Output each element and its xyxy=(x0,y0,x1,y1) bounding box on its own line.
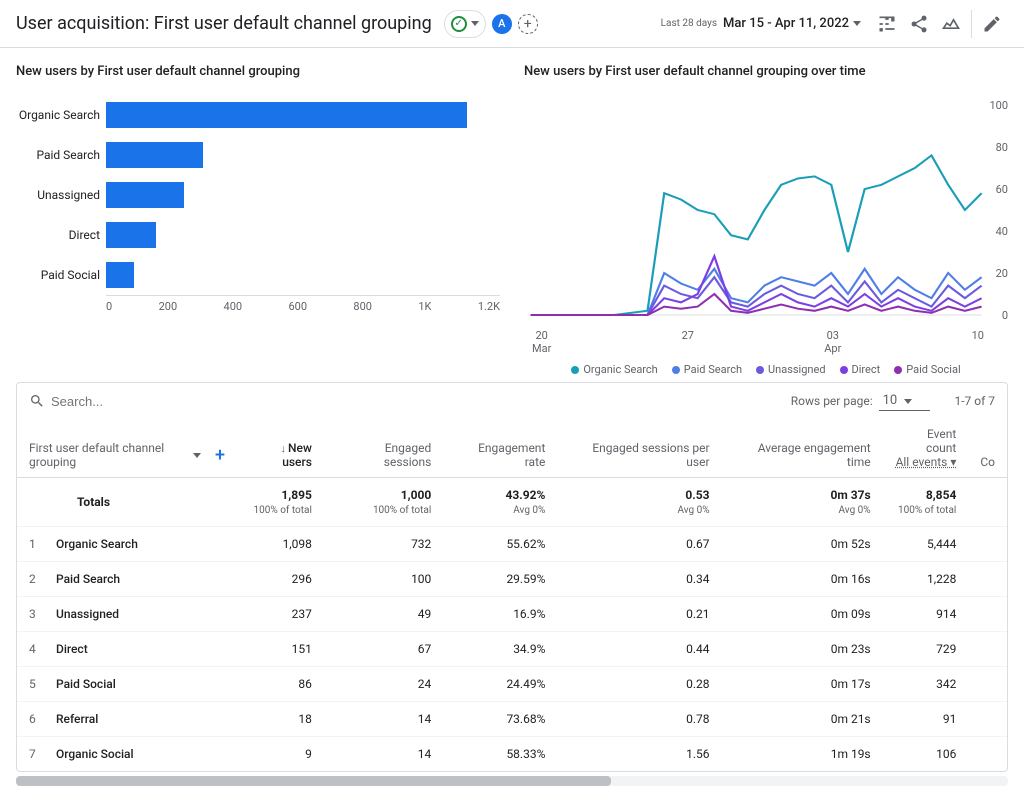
dimension-header[interactable]: First user default channel grouping xyxy=(29,441,183,469)
table-row[interactable]: 5 Paid Social 862424.49%0.280m 17s342 xyxy=(17,667,1007,702)
table-row[interactable]: 7 Organic Social 91458.33%1.561m 19s106 xyxy=(17,737,1007,772)
bar-fill xyxy=(106,142,203,168)
search-icon xyxy=(29,393,45,409)
line-chart: 020406080100 20Mar2703Apr10 xyxy=(524,95,1008,355)
rows-per-page-label: Rows per page: xyxy=(791,394,873,408)
legend-item[interactable]: Unassigned xyxy=(756,363,826,376)
divider xyxy=(971,10,972,38)
header-bar: User acquisition: First user default cha… xyxy=(0,0,1024,48)
line-series xyxy=(531,155,982,315)
chevron-down-icon xyxy=(471,21,479,26)
date-range-picker[interactable]: Mar 15 - Apr 11, 2022 xyxy=(723,16,861,31)
col-event-count[interactable]: Event countAll events ▾ xyxy=(883,419,969,478)
share-icon[interactable] xyxy=(903,8,935,40)
chevron-down-icon xyxy=(904,399,912,404)
col-new-users[interactable]: ↓New users xyxy=(237,419,324,478)
bar-chart-title: New users by First user default channel … xyxy=(16,64,500,79)
col-engagement-rate[interactable]: Engagement rate xyxy=(443,419,557,478)
line-series xyxy=(531,277,982,315)
line-legend: Organic Search Paid Search Unassigned Direc… xyxy=(524,363,1008,376)
bar-fill xyxy=(106,182,184,208)
bar-label: Paid Search xyxy=(16,148,106,162)
page-info: 1-7 of 7 xyxy=(954,394,995,408)
chevron-down-icon xyxy=(193,453,201,458)
table-toolbar: Rows per page: 10 1-7 of 7 xyxy=(17,383,1007,419)
totals-label: Totals xyxy=(17,478,237,527)
line-series xyxy=(531,269,982,315)
date-range-label: Last 28 days xyxy=(661,18,717,29)
bar-fill xyxy=(106,102,467,128)
search-input[interactable] xyxy=(51,394,251,409)
col-overflow: Co xyxy=(968,419,1007,478)
col-engaged-sessions[interactable]: Engaged sessions xyxy=(324,419,443,478)
bar-chart-panel: New users by First user default channel … xyxy=(16,64,500,376)
add-segment-button[interactable]: + xyxy=(518,14,538,34)
rows-per-page-select[interactable]: 10 xyxy=(879,391,931,411)
legend-item[interactable]: Paid Search xyxy=(672,363,742,376)
line-series xyxy=(531,256,982,315)
legend-item[interactable]: Organic Search xyxy=(571,363,657,376)
status-pill[interactable]: ✓ xyxy=(444,10,486,38)
legend-item[interactable]: Direct xyxy=(840,363,881,376)
page-title: User acquisition: First user default cha… xyxy=(16,13,432,34)
table-row[interactable]: 1 Organic Search 1,09873255.62%0.670m 52… xyxy=(17,527,1007,562)
line-x-axis: 20Mar2703Apr10 xyxy=(532,329,984,355)
col-avg-engagement-time[interactable]: Average engagement time xyxy=(722,419,883,478)
table-row[interactable]: 6 Referral 181473.68%0.780m 21s91 xyxy=(17,702,1007,737)
segment-badge[interactable]: A xyxy=(492,14,512,34)
edit-icon[interactable] xyxy=(976,8,1008,40)
bar-fill xyxy=(106,262,134,288)
table-row[interactable]: 4 Direct 1516734.9%0.440m 23s729 xyxy=(17,632,1007,667)
check-icon: ✓ xyxy=(451,16,467,32)
line-chart-title: New users by First user default channel … xyxy=(524,64,1008,79)
insights-icon[interactable] xyxy=(935,8,967,40)
bar-label: Organic Search xyxy=(16,108,106,122)
legend-item[interactable]: Paid Social xyxy=(894,363,960,376)
customize-icon[interactable] xyxy=(871,8,903,40)
table-row[interactable]: 2 Paid Search 29610029.59%0.340m 16s1,22… xyxy=(17,562,1007,597)
chevron-down-icon xyxy=(853,21,861,26)
bar-label: Unassigned xyxy=(16,188,106,202)
horizontal-scrollbar[interactable] xyxy=(16,776,1008,786)
charts-row: New users by First user default channel … xyxy=(0,48,1024,376)
table-row[interactable]: 3 Unassigned 2374916.9%0.210m 09s914 xyxy=(17,597,1007,632)
bar-label: Paid Social xyxy=(16,268,106,282)
event-filter[interactable]: All events ▾ xyxy=(896,455,957,469)
bar-label: Direct xyxy=(16,228,106,242)
add-dimension-button[interactable]: + xyxy=(215,445,225,466)
bar-x-axis: 02004006008001K1.2K xyxy=(106,295,500,313)
bar-fill xyxy=(106,222,156,248)
col-sessions-per-user[interactable]: Engaged sessions per user xyxy=(557,419,721,478)
data-table: Rows per page: 10 1-7 of 7 First user de… xyxy=(16,382,1008,772)
bar-chart: Organic Search Paid Search Unassigned Direc… xyxy=(16,95,500,355)
line-chart-panel: New users by First user default channel … xyxy=(524,64,1008,376)
